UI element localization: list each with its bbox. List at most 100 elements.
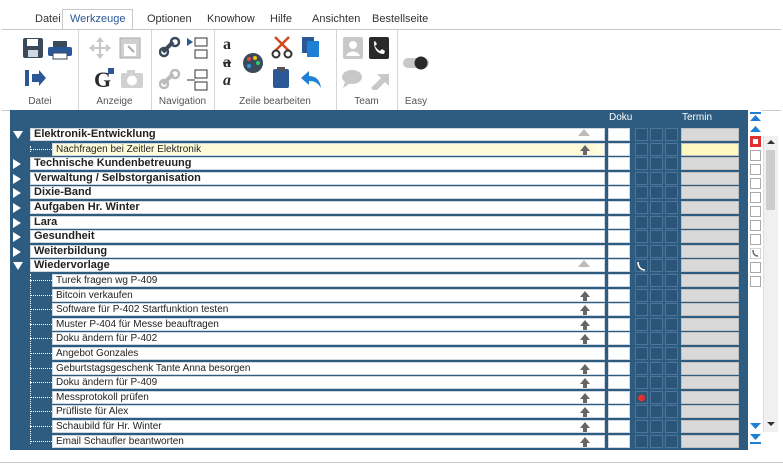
termin-cell[interactable] <box>681 244 739 258</box>
status-cell[interactable] <box>635 171 648 185</box>
status-cell[interactable] <box>650 157 663 171</box>
status-cell[interactable] <box>635 230 648 244</box>
red-flag-icon[interactable] <box>750 136 761 147</box>
move-icon[interactable] <box>88 36 112 60</box>
doku-cell[interactable] <box>608 157 630 171</box>
scroll-bottom-icon[interactable] <box>750 422 761 444</box>
status-cell[interactable] <box>635 215 648 229</box>
add-task-icon[interactable]: + <box>596 127 603 141</box>
termin-cell[interactable] <box>681 390 739 404</box>
expand-triangle-icon[interactable] <box>13 246 21 257</box>
priority-up-icon[interactable] <box>580 392 590 403</box>
status-cell[interactable] <box>650 186 663 200</box>
add-task-icon[interactable]: + <box>596 244 603 258</box>
category-label[interactable]: Lara <box>30 215 605 229</box>
status-cell[interactable] <box>650 215 663 229</box>
termin-cell[interactable] <box>681 186 739 200</box>
status-cell[interactable] <box>650 230 663 244</box>
task-label[interactable]: Muster P-404 für Messe beauftragen <box>52 317 605 331</box>
task-row[interactable]: Prüfliste für Alex + <box>10 404 748 419</box>
status-cell[interactable] <box>650 128 663 141</box>
priority-up-icon[interactable] <box>580 378 590 389</box>
status-cell[interactable] <box>665 201 678 214</box>
doku-cell[interactable] <box>608 215 630 229</box>
task-row[interactable]: Doku ändern für P-409 + <box>10 375 748 390</box>
contact-icon[interactable] <box>342 36 364 60</box>
task-row[interactable]: Bitcoin verkaufen + <box>10 288 748 302</box>
status-cell[interactable] <box>665 171 678 185</box>
category-label[interactable]: Dixie-Band <box>30 186 605 200</box>
task-label[interactable]: Angebot Gonzales <box>52 347 605 360</box>
status-cell[interactable] <box>635 361 648 375</box>
print-icon[interactable] <box>47 40 73 60</box>
scroll-thumb[interactable] <box>766 150 775 210</box>
status-cell[interactable] <box>635 157 648 171</box>
category-label[interactable]: Elektronik-Entwicklung <box>30 128 605 141</box>
add-task-icon[interactable]: + <box>596 346 603 360</box>
category-label[interactable]: Aufgaben Hr. Winter <box>30 201 605 214</box>
add-task-icon[interactable]: + <box>596 229 603 243</box>
status-cell[interactable] <box>665 230 678 244</box>
doku-cell[interactable] <box>608 390 630 404</box>
termin-cell[interactable] <box>681 157 739 171</box>
add-task-icon[interactable]: + <box>596 258 603 272</box>
tab-optionen[interactable]: Optionen <box>145 13 194 25</box>
priority-up-icon[interactable] <box>580 407 590 418</box>
expand-triangle-icon[interactable] <box>13 217 21 228</box>
tab-datei[interactable]: Datei <box>33 13 63 25</box>
termin-cell[interactable] <box>681 361 739 375</box>
status-cell[interactable] <box>665 390 678 404</box>
status-cell[interactable] <box>650 274 663 287</box>
expand-triangle-icon[interactable] <box>13 232 21 243</box>
status-cell[interactable] <box>650 434 663 448</box>
font-a-icon[interactable]: a <box>222 36 238 52</box>
link-icon[interactable] <box>159 36 181 58</box>
tab-hilfe[interactable]: Hilfe <box>268 13 294 25</box>
task-label[interactable]: Prüfliste für Alex <box>52 405 605 419</box>
add-task-icon[interactable]: + <box>596 302 603 316</box>
scroll-up-icon[interactable] <box>767 138 775 146</box>
add-task-icon[interactable]: + <box>596 434 603 448</box>
category-row[interactable]: Elektronik-Entwicklung + <box>10 127 748 141</box>
priority-up-icon[interactable] <box>580 319 590 330</box>
palette-icon[interactable] <box>242 52 264 74</box>
priority-up-icon[interactable] <box>580 290 590 301</box>
doku-cell[interactable] <box>608 244 630 258</box>
termin-cell[interactable] <box>681 288 739 302</box>
status-cell[interactable] <box>650 390 663 404</box>
doku-cell[interactable] <box>608 128 630 141</box>
status-cell[interactable] <box>650 259 663 273</box>
phone-icon[interactable] <box>368 36 390 60</box>
doku-cell[interactable] <box>608 317 630 331</box>
category-row[interactable]: Weiterbildung + <box>10 244 748 258</box>
arrow-icon[interactable] <box>368 68 392 90</box>
doku-cell[interactable] <box>608 332 630 346</box>
task-label[interactable]: Software für P-402 Startfunktion testen <box>52 303 605 317</box>
add-task-icon[interactable]: + <box>596 361 603 375</box>
add-task-icon[interactable]: + <box>596 156 603 170</box>
tree-expand-icon[interactable] <box>185 36 209 60</box>
status-cell[interactable] <box>635 405 648 419</box>
category-row[interactable]: Lara + <box>10 215 748 229</box>
termin-cell[interactable] <box>681 405 739 419</box>
paste-icon[interactable] <box>271 66 291 90</box>
add-task-icon[interactable]: + <box>596 419 603 433</box>
doku-cell[interactable] <box>608 142 630 156</box>
termin-cell[interactable] <box>681 171 739 185</box>
termin-cell[interactable] <box>681 274 739 287</box>
status-cell[interactable] <box>665 405 678 419</box>
add-task-icon[interactable]: + <box>596 185 603 199</box>
save-icon[interactable] <box>22 37 44 59</box>
task-row[interactable]: Software für P-402 Startfunktion testen + <box>10 302 748 317</box>
status-cell[interactable] <box>665 142 678 156</box>
status-cell[interactable] <box>665 332 678 346</box>
doku-cell[interactable] <box>608 186 630 200</box>
status-cell[interactable] <box>635 376 648 390</box>
category-row[interactable]: Verwaltung / Selbstorganisation + <box>10 171 748 185</box>
side-button[interactable] <box>750 206 761 217</box>
task-row[interactable]: Turek fragen wg P-409 + <box>10 273 748 287</box>
copy-icon[interactable] <box>300 35 322 59</box>
category-row[interactable]: Aufgaben Hr. Winter + <box>10 200 748 214</box>
side-button[interactable] <box>750 164 761 175</box>
status-cell[interactable] <box>665 244 678 258</box>
